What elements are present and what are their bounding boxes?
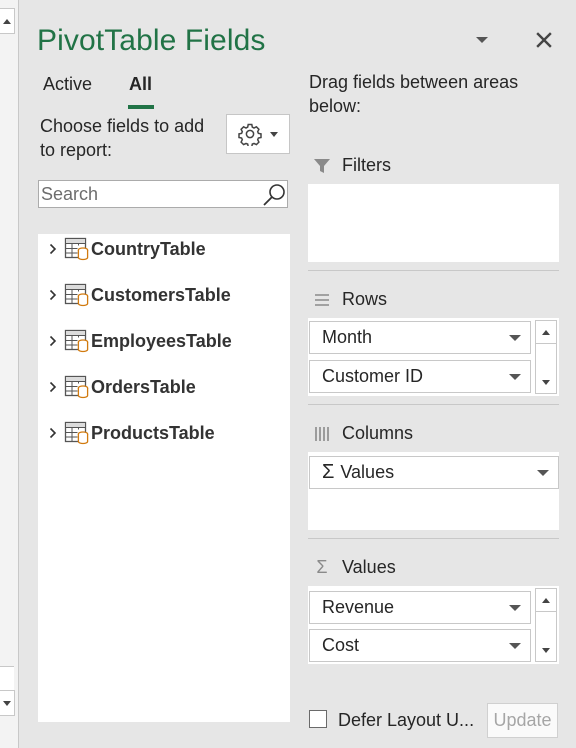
field-item-countrytable[interactable]: CountryTable [38, 234, 290, 264]
columns-field-values[interactable]: Σ Values [309, 456, 559, 489]
close-button[interactable] [530, 26, 558, 54]
scroll-up-button[interactable] [536, 321, 556, 343]
area-divider [308, 538, 559, 539]
tab-all[interactable]: All [129, 74, 152, 95]
worksheet-edge [0, 0, 19, 748]
data-table-icon [64, 421, 89, 445]
scroll-track[interactable] [536, 611, 556, 641]
chevron-down-icon[interactable] [500, 334, 530, 341]
sheet-scroll-down-button[interactable] [0, 690, 15, 716]
chevron-down-icon [476, 37, 488, 43]
tab-selected-indicator [128, 105, 154, 109]
field-name: OrdersTable [91, 376, 196, 397]
field-search[interactable] [38, 180, 288, 208]
columns-area-header: Columns [312, 423, 413, 444]
scroll-down-button[interactable] [536, 639, 556, 661]
field-item-orderstable[interactable]: OrdersTable [38, 372, 290, 402]
field-name: ProductsTable [91, 422, 215, 443]
arrow-down-icon [542, 379, 550, 385]
expand-chevron-icon[interactable] [46, 243, 60, 255]
field-item-productstable[interactable]: ProductsTable [38, 418, 290, 448]
values-scrollbar[interactable] [535, 588, 557, 662]
columns-drop-zone[interactable]: Σ Values [308, 452, 559, 530]
field-item-customerstable[interactable]: CustomersTable [38, 280, 290, 310]
field-name: EmployeesTable [91, 330, 232, 351]
chevron-down-icon[interactable] [500, 604, 530, 611]
chevron-down-icon[interactable] [500, 642, 530, 649]
values-field-cost[interactable]: Cost [309, 629, 531, 662]
field-list: CountryTable CustomersTable EmployeesTab… [38, 234, 290, 722]
filter-icon [312, 156, 332, 176]
chevron-down-icon [270, 131, 278, 137]
field-chip-label: Revenue [322, 597, 395, 617]
values-drop-zone[interactable]: Revenue Cost [308, 586, 559, 664]
pane-options-button[interactable] [470, 30, 494, 50]
expand-chevron-icon[interactable] [46, 427, 60, 439]
sigma-icon: Σ [322, 461, 335, 483]
choose-fields-label: Choose fields to add to report: [40, 116, 205, 160]
pane-title: PivotTable Fields [37, 24, 266, 57]
scroll-down-button[interactable] [536, 371, 556, 393]
data-table-icon [64, 283, 89, 307]
values-area-label: Values [342, 557, 396, 577]
columns-icon [312, 424, 332, 444]
data-table-icon [64, 329, 89, 353]
tools-button[interactable] [226, 114, 290, 154]
values-area-header: Σ Values [312, 557, 396, 578]
rows-field-month[interactable]: Month [309, 321, 531, 354]
field-name: CountryTable [91, 238, 206, 259]
scroll-track[interactable] [536, 343, 556, 373]
defer-layout-checkbox[interactable] [309, 710, 327, 728]
filters-area-label: Filters [342, 155, 391, 175]
chevron-down-icon[interactable] [500, 373, 530, 380]
tab-active[interactable]: Active [43, 74, 92, 95]
sheet-scroll-up-button[interactable] [0, 8, 15, 34]
defer-layout-label[interactable]: Defer Layout U... [338, 710, 474, 731]
filters-drop-zone[interactable] [308, 184, 559, 262]
field-item-employeestable[interactable]: EmployeesTable [38, 326, 290, 356]
data-table-icon [64, 375, 89, 399]
data-table-icon [64, 237, 89, 261]
filters-area-header: Filters [312, 155, 391, 176]
area-divider [308, 404, 559, 405]
area-divider [308, 270, 559, 271]
sheet-scroll-track[interactable] [0, 666, 14, 691]
arrow-down-icon [542, 647, 550, 653]
sigma-icon: Σ [316, 557, 328, 577]
search-icon[interactable] [261, 182, 287, 208]
expand-chevron-icon[interactable] [46, 381, 60, 393]
expand-chevron-icon[interactable] [46, 289, 60, 301]
close-icon [536, 32, 552, 48]
rows-drop-zone[interactable]: Month Customer ID [308, 318, 559, 396]
arrow-down-icon [3, 700, 11, 706]
rows-area-header: Rows [312, 289, 387, 310]
rows-field-customer-id[interactable]: Customer ID [309, 360, 531, 393]
arrow-up-icon [3, 18, 11, 24]
search-input[interactable] [41, 183, 259, 205]
columns-area-label: Columns [342, 423, 414, 443]
gear-icon [238, 123, 262, 146]
field-name: CustomersTable [91, 284, 231, 305]
field-chip-label: Values [340, 462, 395, 482]
drag-hint: Drag fields between areas below: [309, 72, 519, 116]
values-field-revenue[interactable]: Revenue [309, 591, 531, 624]
field-chip-label: Cost [322, 635, 360, 655]
rows-icon [312, 290, 332, 310]
rows-area-label: Rows [342, 289, 388, 309]
scroll-up-button[interactable] [536, 589, 556, 611]
arrow-up-icon [542, 597, 550, 603]
rows-scrollbar[interactable] [535, 320, 557, 394]
field-chip-label: Customer ID [322, 366, 424, 386]
field-chip-label: Month [322, 327, 373, 347]
chevron-down-icon[interactable] [528, 469, 558, 476]
update-button[interactable]: Update [487, 703, 558, 738]
expand-chevron-icon[interactable] [46, 335, 60, 347]
arrow-up-icon [542, 329, 550, 335]
